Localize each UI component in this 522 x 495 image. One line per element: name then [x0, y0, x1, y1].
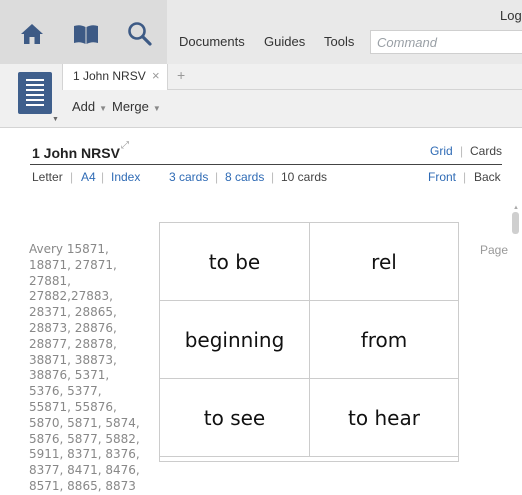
book-icon[interactable]	[68, 16, 104, 52]
grid-view-link[interactable]: Grid	[430, 144, 453, 158]
add-tab-icon[interactable]: +	[177, 67, 185, 83]
add-menu[interactable]: Add ▼	[72, 99, 107, 114]
add-menu-label: Add	[72, 99, 96, 114]
tab-label[interactable]: 1 John NRSV	[73, 69, 146, 83]
home-icon[interactable]	[14, 16, 50, 52]
side-separator: |	[463, 170, 467, 184]
front-side-link[interactable]: Front	[428, 170, 456, 184]
card-cell[interactable]: to be	[160, 223, 310, 301]
eight-cards-option[interactable]: 8 cards	[225, 170, 264, 184]
avery-label-list: Avery 15871, 18871, 27871, 27881, 27882,…	[29, 242, 140, 493]
card-grid: to be rel beginning from to see to hear	[159, 222, 459, 462]
ten-cards-option[interactable]: 10 cards	[281, 170, 327, 184]
page-label: Page	[480, 243, 509, 257]
count-separator: |	[215, 170, 219, 184]
three-cards-option[interactable]: 3 cards	[169, 170, 208, 184]
card-cell[interactable]: rel	[310, 223, 458, 301]
expand-icon[interactable]: ⤢	[121, 140, 129, 151]
card-cell[interactable]: from	[310, 301, 458, 379]
vertical-scrollbar-thumb[interactable]	[512, 212, 519, 234]
format-index[interactable]: Index	[111, 170, 140, 184]
merge-menu-label: Merge	[112, 99, 149, 114]
nav-documents[interactable]: Documents	[179, 34, 245, 49]
card-cell[interactable]: to hear	[310, 379, 458, 457]
header-divider	[30, 164, 502, 165]
format-separator: |	[70, 170, 74, 184]
nav-guides[interactable]: Guides	[264, 34, 305, 49]
cards-view-label[interactable]: Cards	[470, 144, 502, 158]
back-side-label[interactable]: Back	[474, 170, 501, 184]
scroll-up-arrow-icon[interactable]: ▲	[513, 205, 519, 211]
tab-close-icon[interactable]: ×	[152, 68, 160, 83]
chevron-down-icon: ▼	[99, 104, 108, 113]
format-separator: |	[101, 170, 105, 184]
document-title: 1 John NRSV	[32, 145, 120, 161]
merge-menu[interactable]: Merge ▼	[112, 99, 161, 114]
card-cell[interactable]: to see	[160, 379, 310, 457]
nav-tools[interactable]: Tools	[324, 34, 354, 49]
card-cell[interactable]: beginning	[160, 301, 310, 379]
count-separator: |	[271, 170, 275, 184]
document-list-icon[interactable]	[18, 72, 52, 114]
format-letter[interactable]: Letter	[32, 170, 63, 184]
document-menu-caret-icon[interactable]: ▼	[52, 116, 59, 123]
view-separator: |	[460, 144, 464, 158]
command-input[interactable]	[370, 30, 522, 54]
search-icon[interactable]	[122, 16, 158, 52]
chevron-down-icon: ▼	[152, 104, 161, 113]
format-a4[interactable]: A4	[81, 170, 96, 184]
logout-link[interactable]: Logo	[500, 8, 522, 23]
